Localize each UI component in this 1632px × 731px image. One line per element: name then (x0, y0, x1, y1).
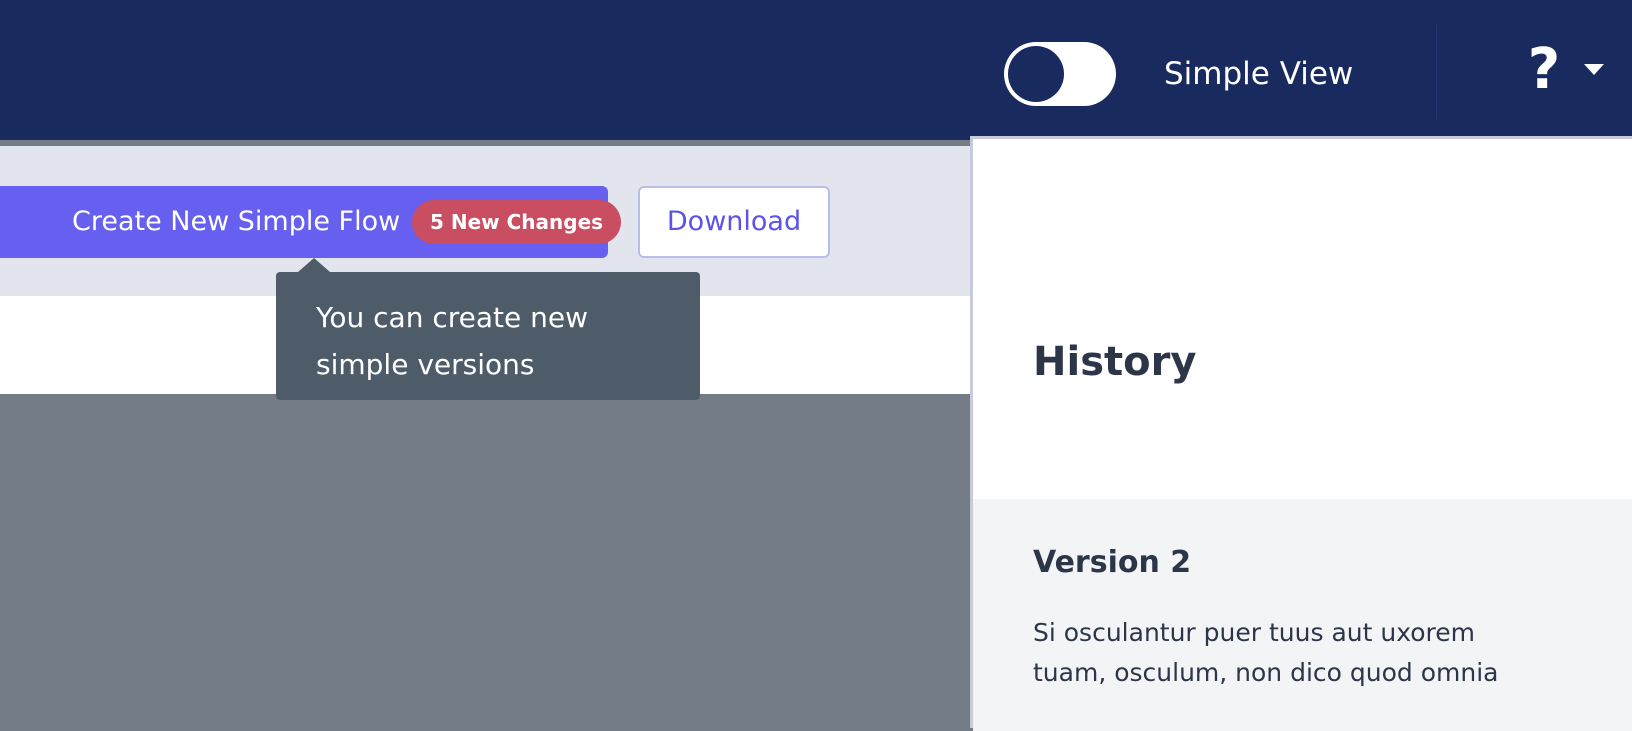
top-navigation-bar: Simple View ? (0, 0, 1632, 140)
tooltip-text: You can create new simple versions (316, 301, 589, 381)
history-panel: History Version 2 Si osculantur puer tuu… (970, 136, 1632, 731)
history-title: History (1033, 339, 1197, 385)
tooltip-arrow (298, 258, 330, 272)
version-description: Si osculantur puer tuus aut uxorem tuam,… (1033, 618, 1499, 687)
changes-badge: 5 New Changes (412, 200, 622, 244)
version-card[interactable]: Version 2 Si osculantur puer tuus aut ux… (973, 499, 1632, 731)
help-menu[interactable]: ? (1516, 30, 1616, 110)
simple-view-label: Simple View (1164, 56, 1354, 92)
question-mark-icon: ? (1527, 37, 1561, 102)
toggle-knob (1008, 46, 1064, 102)
header-divider (1436, 24, 1437, 120)
version-title: Version 2 (1033, 545, 1192, 580)
download-button[interactable]: Download (638, 186, 830, 258)
chevron-down-icon (1584, 64, 1604, 75)
onboarding-tooltip: You can create new simple versions (276, 258, 700, 400)
create-button-label: Create New Simple Flow (72, 206, 401, 237)
simple-view-toggle[interactable] (1004, 42, 1116, 106)
create-simple-flow-button[interactable]: Create New Simple Flow 5 New Changes (0, 186, 622, 258)
